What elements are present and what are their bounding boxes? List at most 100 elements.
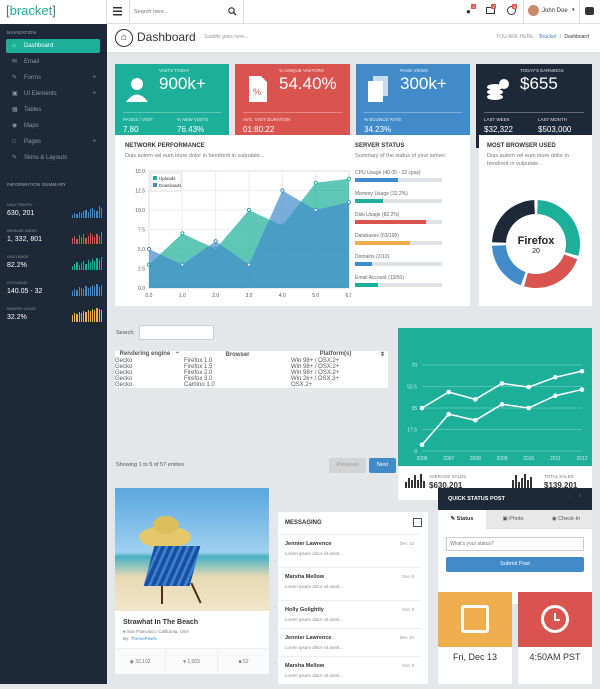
message-item[interactable]: Marsha Mellow Dec 9 Lorem ipsum dolor sit …: [278, 656, 421, 689]
mini-chart-bar: [91, 259, 94, 270]
sidebar-item-tables[interactable]: ▦ Tables: [6, 103, 100, 117]
data-point[interactable]: [180, 231, 185, 236]
data-point[interactable]: [313, 207, 318, 213]
data-point[interactable]: [473, 417, 478, 423]
user-name[interactable]: John Doe: [542, 8, 568, 14]
data-point[interactable]: [579, 387, 585, 392]
likes-stat[interactable]: ♥ 1,003: [166, 649, 218, 675]
beach-image[interactable]: [115, 488, 269, 611]
search-input[interactable]: [134, 4, 224, 19]
compose-icon[interactable]: [413, 518, 422, 527]
search-icon[interactable]: [228, 7, 237, 18]
table-search-input[interactable]: [139, 325, 214, 340]
chevron-down-icon[interactable]: ▾: [572, 7, 575, 13]
mini-chart-bar: [100, 208, 103, 218]
data-point[interactable]: [419, 405, 425, 411]
data-point[interactable]: [553, 393, 558, 399]
logo[interactable]: [bracket]: [0, 0, 107, 24]
quick-post-tabs: ✎ Status ▣ Photo ◉ Check-In: [438, 510, 592, 529]
expand-icon[interactable]: +: [92, 135, 96, 149]
stat-sub-label: LAST WEEK: [484, 117, 510, 122]
tab-photo[interactable]: ▣ Photo: [488, 510, 538, 529]
stat-value: 300k+: [400, 74, 447, 93]
views-stat[interactable]: ◉ 32,102: [115, 649, 166, 675]
th-engine[interactable]: Rendering engine ⌃: [115, 351, 184, 358]
avatar[interactable]: [528, 5, 539, 16]
data-point[interactable]: [246, 207, 252, 213]
home-icon: ⌂: [115, 29, 133, 47]
mini-chart-bar: [76, 262, 78, 270]
tab-status[interactable]: ✎ Status: [438, 510, 486, 529]
comments-stat[interactable]: ■ 52: [218, 649, 269, 675]
comments-icon[interactable]: [585, 7, 594, 15]
y-tick-label: 5.0: [138, 247, 145, 253]
th-platform[interactable]: Platform(s) ⇕: [291, 351, 388, 358]
sidebar-item-maps[interactable]: ◉ Maps: [6, 119, 100, 133]
data-point[interactable]: [146, 246, 152, 252]
blog-title[interactable]: Strawhat In The Beach: [123, 619, 198, 626]
data-point[interactable]: [499, 381, 505, 386]
data-point[interactable]: [446, 411, 451, 417]
mini-chart-bar: [80, 313, 83, 322]
data-point[interactable]: [526, 384, 531, 390]
time-value: 4:50AM PST: [529, 652, 581, 662]
mini-chart-bar: [98, 206, 100, 218]
data-point[interactable]: [246, 262, 252, 267]
table-search-label: Search:: [116, 330, 135, 336]
data-point[interactable]: [213, 239, 218, 244]
mini-chart-bar: [91, 208, 94, 218]
heart-icon: ♥: [183, 659, 187, 665]
donut-slice[interactable]: [524, 254, 578, 288]
message-item[interactable]: Marsha Mellow Dec 9 Lorem ipsum dolor sit …: [278, 567, 421, 600]
server-text: Summary of the status of your server.: [355, 153, 447, 159]
message-item[interactable]: Jennier Lawrence Dec 10 Lorem ipsum dolor …: [278, 534, 421, 567]
tab-check-in[interactable]: ◉ Check-In: [540, 510, 592, 529]
sidebar-item-dashboard[interactable]: ⌂ Dashboard: [6, 39, 100, 53]
data-point[interactable]: [280, 188, 285, 193]
menu-toggle-icon[interactable]: [113, 7, 123, 16]
sidebar-item-ui-elements[interactable]: ▣ UI Elements +: [6, 87, 100, 101]
expand-icon[interactable]: +: [92, 71, 96, 85]
data-point[interactable]: [526, 405, 531, 411]
sort-up-icon[interactable]: ⌃: [175, 351, 180, 358]
author-link[interactable]: ThemePixels: [131, 636, 157, 641]
sidebar-item-forms[interactable]: ✎ Forms +: [6, 71, 100, 85]
mini-chart-bar: [76, 290, 78, 296]
data-point[interactable]: [346, 200, 351, 205]
data-point[interactable]: [446, 389, 451, 395]
users-icon: [125, 75, 149, 103]
sort-icon[interactable]: ⇕: [380, 351, 385, 358]
sidebar-item-pages[interactable]: □ Pages +: [6, 135, 100, 149]
x-tick-label: 2010: [523, 456, 534, 462]
data-point[interactable]: [346, 176, 351, 181]
sidebar-item-email[interactable]: ✉ Email: [6, 55, 100, 69]
next-button[interactable]: Next: [369, 458, 396, 473]
data-point[interactable]: [499, 402, 505, 407]
th-browser[interactable]: Browser: [184, 351, 291, 358]
server-stat-label: Email Account (13/50): [355, 275, 404, 281]
data-point[interactable]: [579, 368, 585, 374]
mini-chart-bar: [87, 260, 89, 270]
data-point[interactable]: [419, 442, 425, 448]
data-point[interactable]: [553, 374, 558, 380]
expand-icon[interactable]: +: [92, 87, 96, 101]
data-point[interactable]: [473, 397, 478, 402]
browser-text: Duis autem vel eum iriure dolor in hendr…: [487, 153, 569, 167]
x-tick-label: 6.0: [346, 293, 351, 299]
previous-button[interactable]: Previous: [329, 458, 366, 473]
sidebar-item-skins[interactable]: ✎ Skins & Layouts: [6, 151, 100, 165]
info-label: MEMORY USAGE: [7, 307, 36, 311]
mini-chart: [72, 230, 103, 244]
data-point[interactable]: [313, 180, 318, 185]
blog-card: Strawhat In The Beach ● San Francisco, C…: [115, 488, 269, 675]
data-point[interactable]: [180, 262, 185, 267]
status-input[interactable]: [446, 537, 584, 551]
message-date: Dec 10: [399, 541, 414, 546]
mini-chart-bar: [94, 286, 96, 296]
minimize-icon[interactable]: −: [568, 494, 572, 500]
breadcrumb-link[interactable]: Bracket: [539, 34, 556, 40]
mini-chart-bar: [87, 212, 89, 218]
close-icon[interactable]: ×: [578, 494, 582, 500]
mini-chart-bar: [78, 312, 80, 322]
submit-post-button[interactable]: Submit Post: [446, 557, 584, 572]
